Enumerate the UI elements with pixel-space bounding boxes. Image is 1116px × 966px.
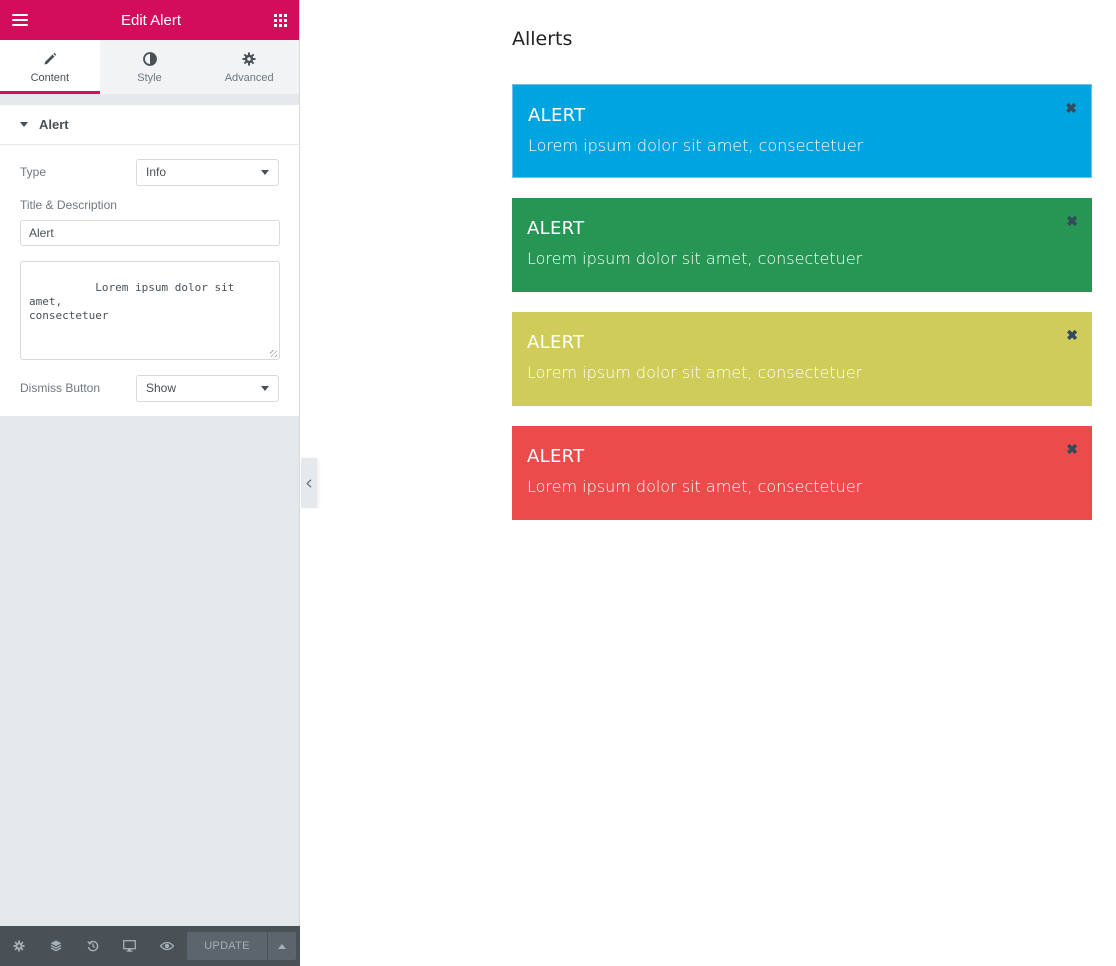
panel-title: Edit Alert (120, 11, 182, 29)
dismiss-icon[interactable]: ✖ (1065, 101, 1077, 115)
menu-icon[interactable] (12, 14, 28, 26)
chevron-down-icon (261, 385, 269, 391)
dismiss-icon[interactable]: ✖ (1066, 442, 1078, 456)
alert-warning[interactable]: ALERT Lorem ipsum dolor sit amet, consec… (512, 312, 1092, 406)
dismiss-control: Dismiss Button Show (20, 374, 279, 402)
editor-panel: Edit Alert Content Style Advanced Alert … (0, 0, 300, 966)
update-button[interactable]: UPDATE (187, 932, 267, 960)
type-control: Type Info (20, 158, 279, 186)
alert-description: Lorem ipsum dolor sit amet, consectetuer (528, 136, 864, 155)
title-input[interactable]: Alert (20, 220, 280, 246)
alerts-list: ALERT Lorem ipsum dolor sit amet, consec… (512, 84, 1092, 540)
alert-success[interactable]: ALERT Lorem ipsum dolor sit amet, consec… (512, 198, 1092, 292)
layers-icon[interactable] (37, 926, 74, 966)
gear-icon (242, 51, 256, 67)
alert-title: ALERT (527, 446, 585, 467)
app: Edit Alert Content Style Advanced Alert … (0, 0, 1116, 966)
alert-description: Lorem ipsum dolor sit amet, consectetuer (527, 249, 863, 268)
pencil-icon (43, 51, 57, 67)
dismiss-icon[interactable]: ✖ (1066, 328, 1078, 342)
alert-title: ALERT (528, 105, 586, 126)
title-input-value: Alert (29, 226, 54, 240)
panel-header: Edit Alert (0, 0, 299, 40)
responsive-desktop-icon[interactable] (111, 926, 148, 966)
history-icon[interactable] (74, 926, 111, 966)
dismiss-icon[interactable]: ✖ (1066, 214, 1078, 228)
chevron-left-icon (306, 478, 312, 488)
collapse-panel-button[interactable] (301, 458, 317, 508)
tab-label: Content (30, 71, 70, 84)
type-label: Type (20, 165, 47, 179)
alert-section: Alert Type Info Title & Description Aler… (0, 105, 299, 416)
page-heading: Allerts (512, 28, 573, 50)
preview-eye-icon[interactable] (148, 926, 185, 966)
section-title: Alert (39, 117, 69, 132)
panel-footer: UPDATE (0, 926, 300, 966)
section-body: Type Info Title & Description Alert Lore… (0, 145, 299, 416)
section-toggle[interactable]: Alert (0, 105, 299, 145)
widgets-grid-icon[interactable] (274, 13, 287, 27)
type-select-value: Info (146, 165, 167, 179)
dismiss-label: Dismiss Button (20, 381, 101, 395)
tab-label: Advanced (224, 71, 274, 84)
alert-description: Lorem ipsum dolor sit amet, consectetuer (527, 477, 863, 496)
description-value: Lorem ipsum dolor sit amet, consectetuer (29, 281, 235, 322)
chevron-up-icon (278, 943, 286, 949)
type-select[interactable]: Info (136, 158, 279, 186)
settings-icon[interactable] (0, 926, 37, 966)
dismiss-select[interactable]: Show (136, 374, 279, 402)
save-options-button[interactable] (268, 932, 296, 960)
dismiss-select-value: Show (146, 381, 177, 395)
tab-style[interactable]: Style (99, 40, 200, 94)
alert-title: ALERT (527, 332, 585, 353)
alert-title: ALERT (527, 218, 585, 239)
tab-content[interactable]: Content (0, 40, 100, 94)
caret-down-icon (20, 122, 28, 127)
tab-advanced[interactable]: Advanced (199, 40, 300, 94)
alert-danger[interactable]: ALERT Lorem ipsum dolor sit amet, consec… (512, 426, 1092, 520)
resize-handle-icon[interactable] (270, 350, 277, 357)
spacer (0, 95, 299, 105)
tab-label: Style (137, 71, 162, 84)
title-description-label: Title & Description (20, 198, 117, 212)
panel-tabs: Content Style Advanced (0, 40, 300, 95)
alert-info[interactable]: ALERT Lorem ipsum dolor sit amet, consec… (512, 84, 1092, 178)
description-textarea[interactable]: Lorem ipsum dolor sit amet, consectetuer (20, 261, 280, 360)
contrast-icon (142, 51, 157, 67)
chevron-down-icon (261, 169, 269, 175)
alert-description: Lorem ipsum dolor sit amet, consectetuer (527, 363, 863, 382)
